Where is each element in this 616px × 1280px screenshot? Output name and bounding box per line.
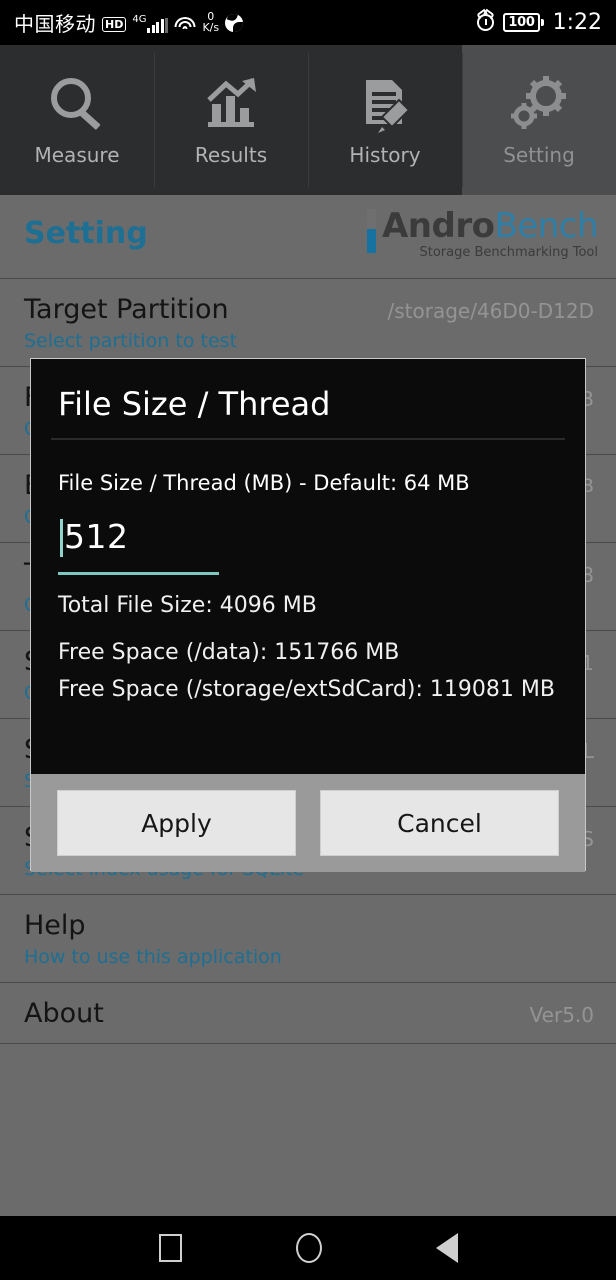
hd-badge-icon: HD <box>102 17 127 32</box>
status-bar: 中国移动 HD 4G 0 K/s 100 1:22 <box>0 0 616 45</box>
total-file-size-label: Total File Size: 4096 MB <box>58 593 317 618</box>
free-space-sdcard-label: Free Space (/storage/extSdCard): 119081 … <box>58 677 555 702</box>
dialog-button-bar: Apply Cancel <box>31 774 585 872</box>
dialog-field-label: File Size / Thread (MB) - Default: 64 MB <box>58 471 470 495</box>
file-size-dialog: File Size / Thread File Size / Thread (M… <box>30 358 586 872</box>
alarm-clock-icon <box>477 14 495 31</box>
data-rate-unit: K/s <box>202 21 220 34</box>
status-bar-right: 100 1:22 <box>477 9 602 35</box>
clock-label: 1:22 <box>552 9 602 35</box>
status-bar-left: 中国移动 HD 4G 0 K/s <box>14 11 244 36</box>
text-cursor-icon <box>60 519 63 557</box>
phone-screen: 中国移动 HD 4G 0 K/s 100 1:22 Measure Result… <box>0 0 616 1280</box>
battery-percent-label: 100 <box>503 13 540 32</box>
recents-square-icon[interactable] <box>158 1234 182 1262</box>
globe-icon <box>225 14 244 32</box>
file-size-input[interactable]: 512 <box>58 517 223 579</box>
input-underline <box>58 572 219 575</box>
carrier-label: 中国移动 <box>14 12 96 36</box>
data-rate-indicator: 0 K/s <box>202 11 219 33</box>
signal-bars-icon <box>147 18 169 33</box>
cancel-button[interactable]: Cancel <box>320 790 559 856</box>
dialog-title-divider <box>51 438 565 440</box>
apply-button[interactable]: Apply <box>57 790 296 856</box>
wifi-icon <box>174 17 196 33</box>
back-triangle-icon[interactable] <box>435 1233 458 1263</box>
network-gen-label: 4G <box>132 14 147 25</box>
signal-strength-icon: 4G <box>132 14 169 33</box>
free-space-data-label: Free Space (/data): 151766 MB <box>58 640 400 665</box>
home-circle-icon[interactable] <box>295 1233 322 1263</box>
dialog-title: File Size / Thread <box>58 385 331 423</box>
system-navigation-bar <box>0 1216 616 1280</box>
dialog-body: File Size / Thread File Size / Thread (M… <box>31 359 585 774</box>
file-size-input-value: 512 <box>64 517 129 556</box>
battery-icon: 100 <box>503 13 544 32</box>
